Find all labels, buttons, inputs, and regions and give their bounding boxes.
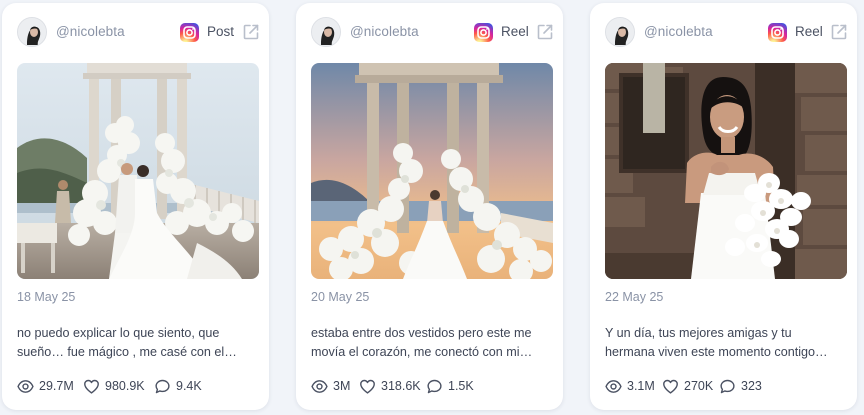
likes-count: 318.6K: [381, 379, 421, 393]
caption-line: movía el corazón, me conectó con mi…: [311, 345, 533, 359]
comments-stat: 323: [719, 377, 762, 395]
post-date: 18 May 25: [17, 290, 76, 304]
comments-count: 323: [741, 379, 762, 393]
avatar[interactable]: [311, 17, 341, 47]
caption-line: hermana viven este momento contigo…: [605, 345, 828, 359]
post-stats: 29.7M 980.9K 9.4K: [17, 377, 259, 395]
eye-icon: [311, 379, 328, 393]
likes-stat: 270K: [662, 377, 713, 395]
post-card[interactable]: @nicolebta Reel: [296, 3, 563, 410]
comment-icon: [720, 379, 735, 393]
card-header: @nicolebta Reel: [605, 17, 847, 47]
post-type-label: Post: [207, 24, 235, 39]
eye-icon: [17, 379, 34, 393]
post-date: 20 May 25: [311, 290, 370, 304]
avatar[interactable]: [17, 17, 47, 47]
post-stats: 3M 318.6K 1.5K: [311, 377, 553, 395]
account-handle[interactable]: @nicolebta: [644, 24, 713, 39]
views-stat: 3M: [311, 377, 350, 395]
comments-count: 1.5K: [448, 379, 474, 393]
post-date: 22 May 25: [605, 290, 664, 304]
instagram-icon: [474, 23, 493, 42]
external-link-icon[interactable]: [829, 22, 849, 42]
card-header: @nicolebta Post: [17, 17, 259, 47]
heart-icon: [663, 379, 678, 394]
post-type-label: Reel: [795, 24, 823, 39]
account-handle[interactable]: @nicolebta: [350, 24, 419, 39]
post-thumbnail[interactable]: [605, 63, 847, 279]
account-handle[interactable]: @nicolebta: [56, 24, 125, 39]
views-count: 29.7M: [39, 379, 74, 393]
instagram-icon: [180, 23, 199, 42]
likes-count: 980.9K: [105, 379, 145, 393]
likes-stat: 318.6K: [359, 377, 421, 395]
caption-line: Y un día, tus mejores amigas y tu: [605, 326, 792, 340]
caption-line: sueño… fue mágico , me casé con el…: [17, 345, 237, 359]
post-thumbnail[interactable]: [311, 63, 553, 279]
heart-icon: [84, 379, 99, 394]
post-card[interactable]: @nicolebta Post 18 May 25 no puedo expli…: [2, 3, 269, 410]
views-count: 3.1M: [627, 379, 655, 393]
post-caption: estaba entre dos vestidos pero este me m…: [311, 324, 551, 362]
caption-line: no puedo explicar lo que siento, que: [17, 326, 220, 340]
post-caption: Y un día, tus mejores amigas y tu herman…: [605, 324, 845, 362]
views-stat: 3.1M: [605, 377, 655, 395]
eye-icon: [605, 379, 622, 393]
likes-stat: 980.9K: [83, 377, 145, 395]
external-link-icon[interactable]: [535, 22, 555, 42]
comment-icon: [427, 379, 442, 393]
caption-line: estaba entre dos vestidos pero este me: [311, 326, 532, 340]
avatar[interactable]: [605, 17, 635, 47]
external-link-icon[interactable]: [241, 22, 261, 42]
likes-count: 270K: [684, 379, 714, 393]
post-caption: no puedo explicar lo que siento, que sue…: [17, 324, 257, 362]
post-type-label: Reel: [501, 24, 529, 39]
comments-stat: 9.4K: [154, 377, 202, 395]
post-stats: 3.1M 270K 323: [605, 377, 847, 395]
heart-icon: [360, 379, 375, 394]
card-header: @nicolebta Reel: [311, 17, 553, 47]
comments-count: 9.4K: [176, 379, 202, 393]
views-stat: 29.7M: [17, 377, 74, 395]
views-count: 3M: [333, 379, 351, 393]
post-card[interactable]: @nicolebta Reel: [590, 3, 857, 410]
post-thumbnail[interactable]: [17, 63, 259, 279]
comment-icon: [155, 379, 170, 393]
comments-stat: 1.5K: [426, 377, 474, 395]
instagram-icon: [768, 23, 787, 42]
